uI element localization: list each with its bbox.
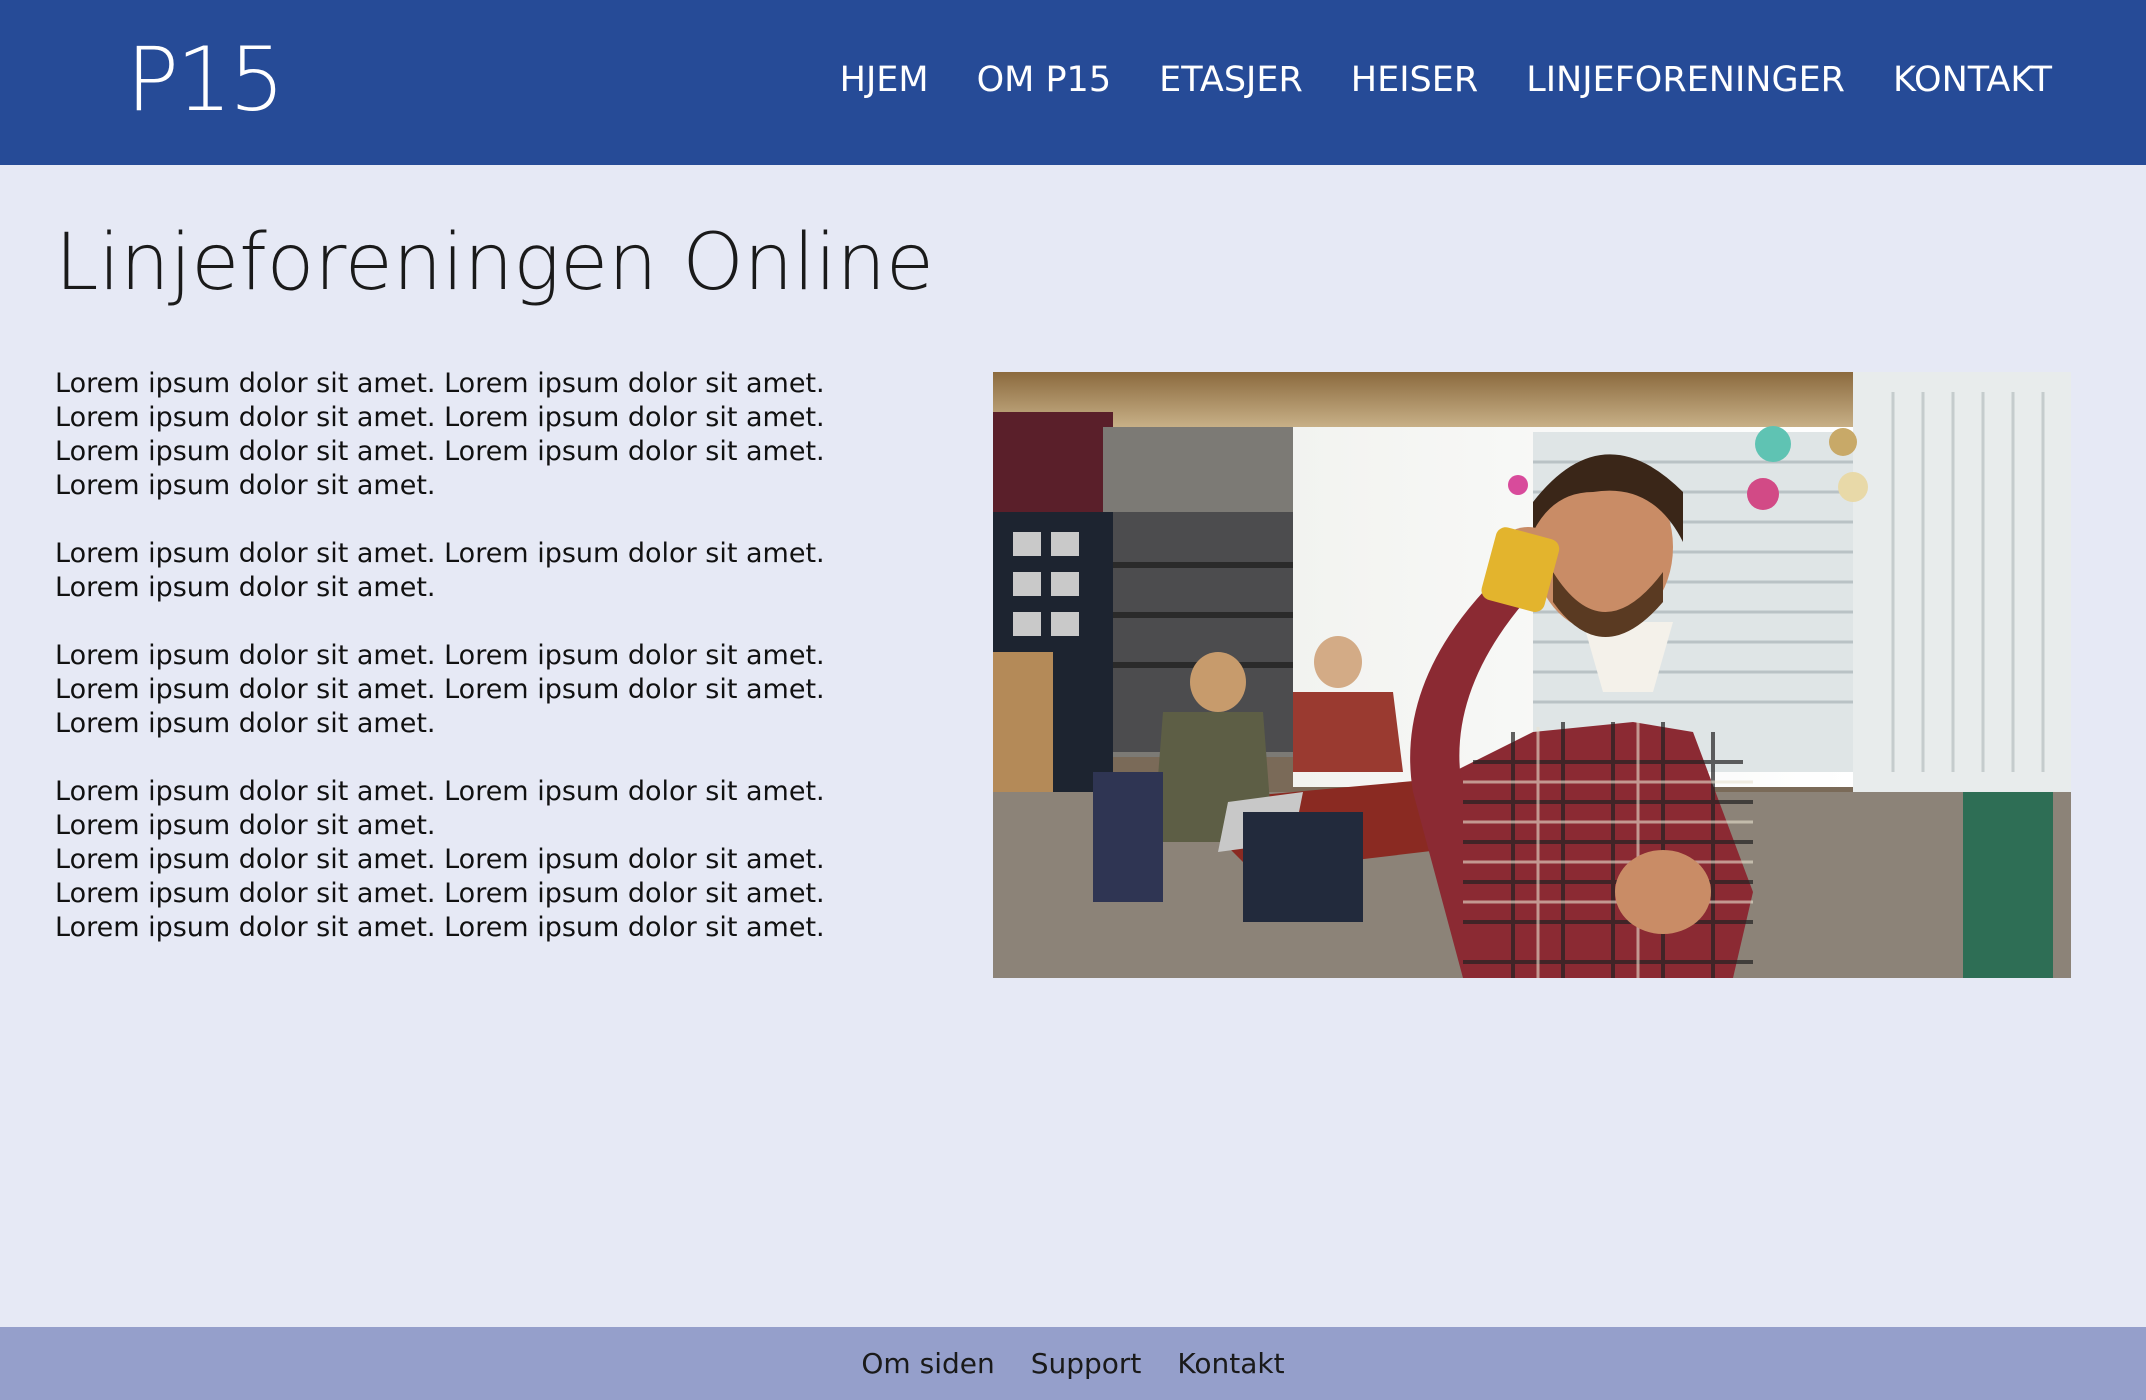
site-footer: Om siden Support Kontakt [0,1327,2146,1400]
nav-link-hjem[interactable]: HJEM [840,58,929,102]
page-title: Linjeforeningen Online [55,218,934,308]
main-nav: HJEM OM P15 ETASJER HEISER LINJEFORENING… [840,58,2052,102]
footer-link-om-siden[interactable]: Om siden [861,1347,994,1380]
paragraph: Lorem ipsum dolor sit amet. Lorem ipsum … [55,640,825,739]
site-logo[interactable]: P15 [126,30,285,130]
footer-link-support[interactable]: Support [1031,1347,1142,1380]
main-content: Linjeforeningen Online Lorem ipsum dolor… [0,165,2146,1327]
body-text: Lorem ipsum dolor sit amet. Lorem ipsum … [55,367,905,945]
paragraph: Lorem ipsum dolor sit amet. Lorem ipsum … [55,776,825,841]
photo-illustration [993,372,2071,978]
paragraph: Lorem ipsum dolor sit amet. Lorem ipsum … [55,368,825,501]
footer-link-kontakt[interactable]: Kontakt [1177,1347,1284,1380]
nav-link-om-p15[interactable]: OM P15 [977,58,1112,102]
nav-link-kontakt[interactable]: KONTAKT [1893,58,2052,102]
site-header: P15 HJEM OM P15 ETASJER HEISER LINJEFORE… [0,0,2146,165]
nav-link-linjeforeninger[interactable]: LINJEFORENINGER [1526,58,1845,102]
nav-link-etasjer[interactable]: ETASJER [1159,58,1303,102]
nav-link-heiser[interactable]: HEISER [1351,58,1478,102]
paragraph: Lorem ipsum dolor sit amet. Lorem ipsum … [55,844,825,943]
paragraph: Lorem ipsum dolor sit amet. Lorem ipsum … [55,538,825,603]
page: P15 HJEM OM P15 ETASJER HEISER LINJEFORE… [0,0,2146,1400]
hero-photo [993,372,2071,978]
